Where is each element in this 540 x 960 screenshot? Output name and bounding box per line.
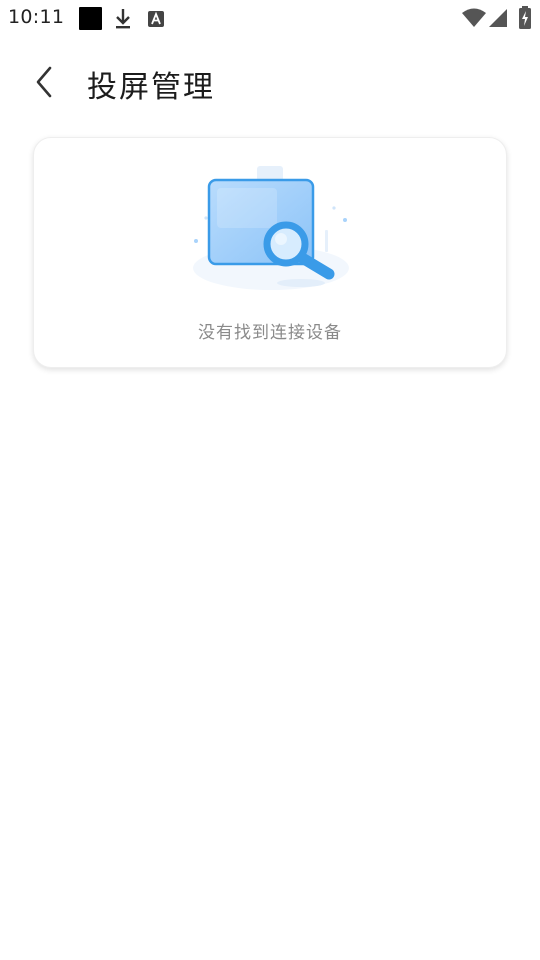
status-time: 10:11 bbox=[8, 6, 65, 28]
signal-icon bbox=[488, 8, 508, 32]
download-icon bbox=[113, 7, 133, 35]
notification-square-icon bbox=[79, 7, 102, 30]
header: 投屏管理 bbox=[0, 48, 540, 114]
empty-state-card: 没有找到连接设备 bbox=[33, 137, 507, 368]
empty-state-message: 没有找到连接设备 bbox=[198, 323, 342, 343]
status-bar: 10:11 bbox=[0, 0, 540, 36]
battery-charging-icon bbox=[518, 6, 532, 34]
back-button[interactable] bbox=[22, 60, 66, 104]
screen-search-icon bbox=[189, 158, 359, 298]
page-title: 投屏管理 bbox=[87, 70, 215, 105]
screen: 10:11 投屏管理 没有找到连接设备 bbox=[0, 0, 540, 960]
wifi-icon bbox=[462, 8, 486, 32]
chevron-left-icon bbox=[36, 66, 52, 98]
a-badge-icon bbox=[147, 10, 165, 32]
